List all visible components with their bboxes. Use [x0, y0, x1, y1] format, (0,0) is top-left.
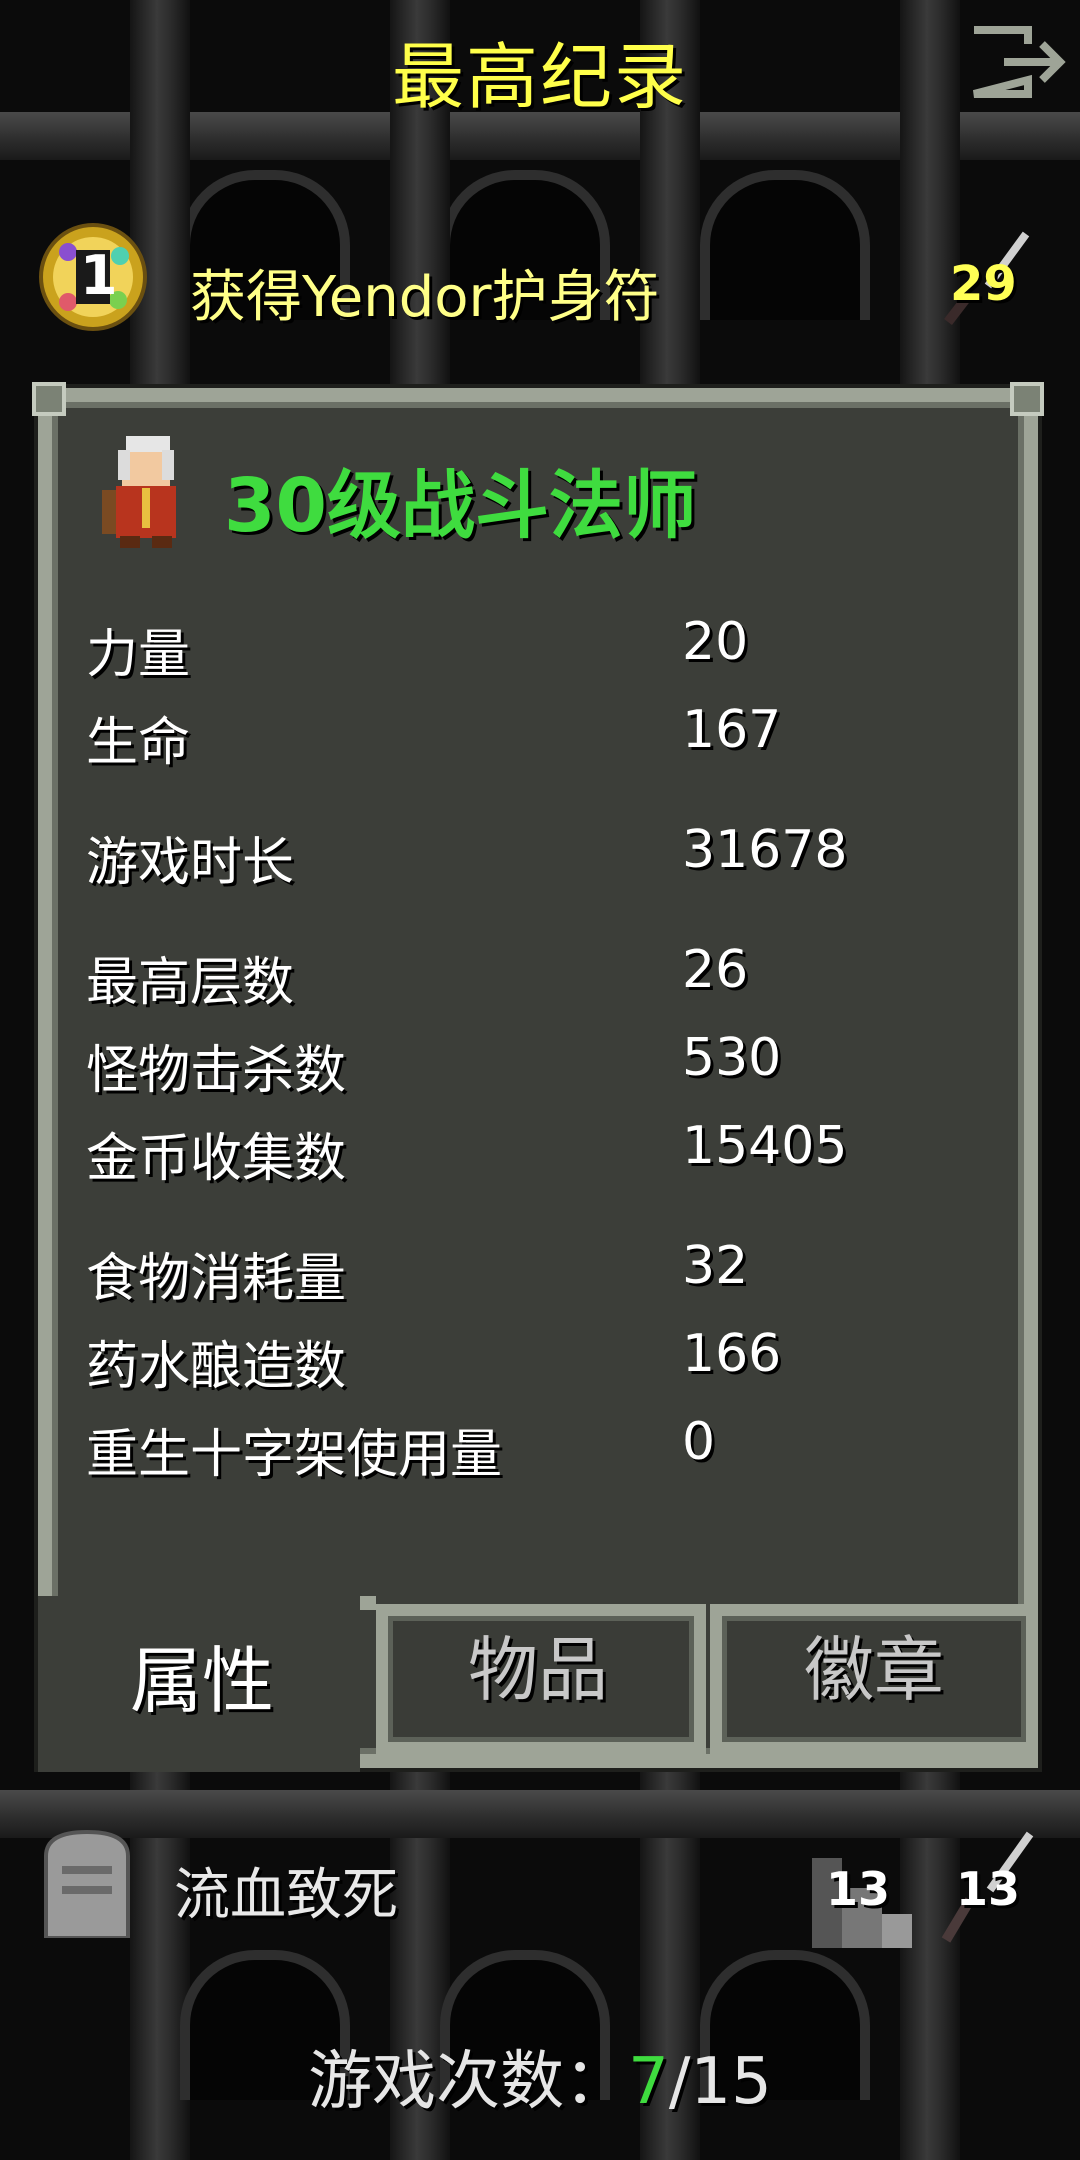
- hero-class-title: 30级战斗法师: [224, 463, 697, 549]
- rank-number: 1: [80, 244, 118, 307]
- stone-beam: [0, 1790, 1080, 1838]
- record-level: 13: [956, 1862, 1021, 1916]
- stat-value: 31678: [682, 820, 848, 880]
- stat-label: 最高层数: [86, 953, 295, 1013]
- stat-value: 530: [682, 1028, 782, 1088]
- record-depth: 13: [826, 1862, 891, 1916]
- tab-items-label: 物品: [468, 1629, 608, 1711]
- stat-value: 167: [682, 700, 782, 760]
- games-played-total: /15: [668, 2045, 772, 2119]
- stat-label: 重生十字架使用量: [86, 1425, 503, 1485]
- tombstone-icon[interactable]: [38, 1826, 136, 1938]
- games-played-counter: 游戏次数：7/15: [0, 2030, 1080, 2122]
- stat-label: 食物消耗量: [86, 1249, 347, 1309]
- tab-attributes-label: 属性: [130, 1639, 275, 1723]
- page-title: 最高纪录: [391, 35, 688, 119]
- stat-value: 0: [682, 1412, 716, 1472]
- stat-value: 166: [682, 1324, 782, 1384]
- tab-badges-label: 徽章: [804, 1629, 944, 1711]
- stat-value: 26: [682, 940, 749, 1000]
- stat-label: 药水酿造数: [86, 1337, 347, 1397]
- stat-label: 金币收集数: [86, 1129, 347, 1189]
- battlemage-portrait-icon: [102, 436, 176, 548]
- exit-icon[interactable]: [968, 24, 1068, 100]
- stat-label: 游戏时长: [86, 833, 295, 893]
- stat-label: 力量: [86, 625, 191, 685]
- stone-arch: [700, 170, 870, 320]
- record-level: 29: [950, 256, 1017, 312]
- panel-corner: [1010, 382, 1044, 416]
- record-title[interactable]: 流血致死: [174, 1850, 398, 1931]
- stat-value: 15405: [682, 1116, 848, 1176]
- games-played-current: 7: [628, 2045, 669, 2119]
- games-played-label: 游戏次数：: [308, 2045, 629, 2119]
- stat-value: 32: [682, 1236, 749, 1296]
- stat-label: 怪物击杀数: [86, 1041, 347, 1101]
- panel-corner: [32, 382, 66, 416]
- stat-value: 20: [682, 612, 749, 672]
- record-title[interactable]: 获得Yendor护身符: [190, 252, 660, 333]
- stat-label: 生命: [86, 713, 191, 773]
